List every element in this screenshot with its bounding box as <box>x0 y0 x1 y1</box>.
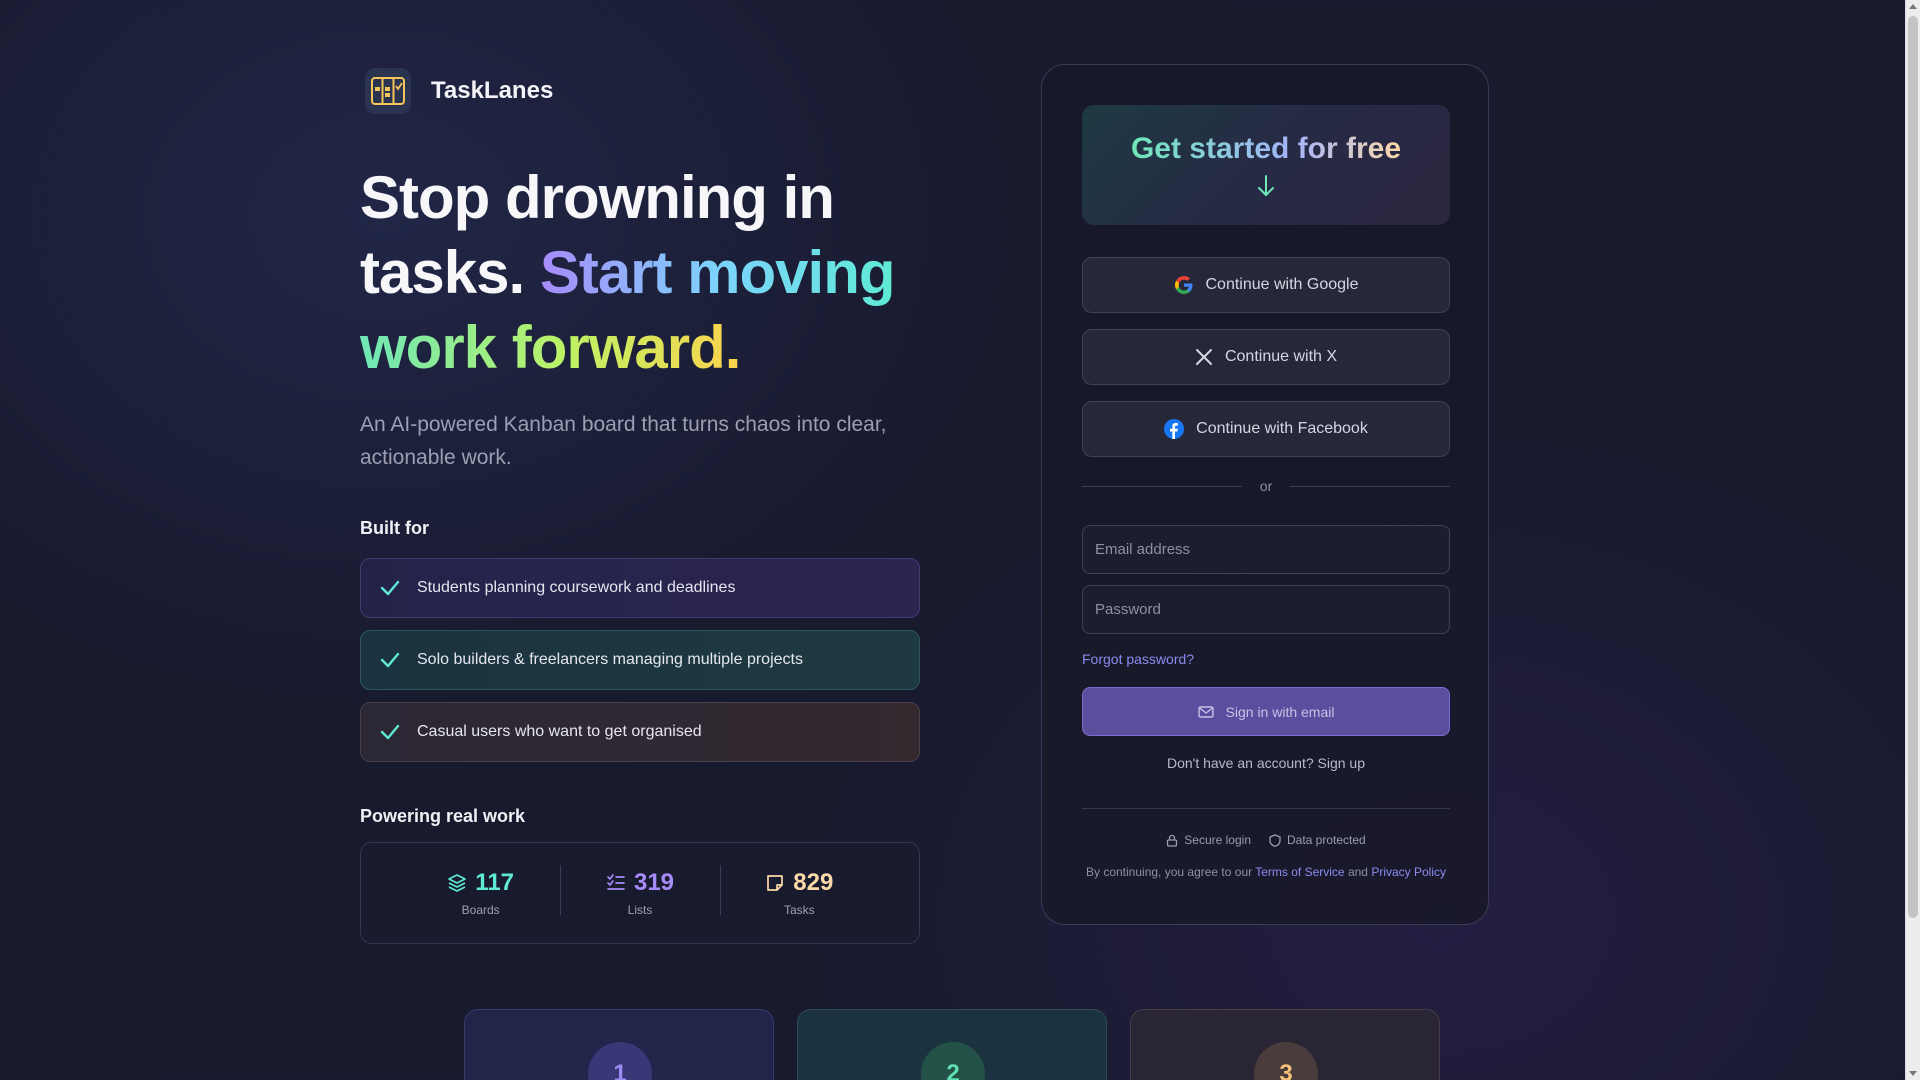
stat-label: Tasks <box>783 903 815 917</box>
legal-notice: By continuing, you agree to our Terms of… <box>1042 865 1490 879</box>
continue-google-label: Continue with Google <box>1205 276 1359 293</box>
lock-icon <box>1167 834 1178 847</box>
get-started-title: Get started for free <box>1130 132 1402 165</box>
sign-up-link[interactable]: Don't have an account? Sign up <box>1042 755 1490 771</box>
hero-subtitle: An AI-powered Kanban board that turns ch… <box>360 413 887 469</box>
stat-label: Boards <box>461 903 500 917</box>
email-field[interactable] <box>1082 525 1450 574</box>
mail-icon <box>1197 705 1214 718</box>
divider-line <box>1082 485 1242 487</box>
stat-tasks: 829 Tasks <box>719 865 879 917</box>
legal-and: and <box>1347 865 1368 879</box>
scroll-down-arrow-icon[interactable] <box>1909 1071 1917 1076</box>
data-protected-badge: Data protected <box>1269 833 1366 847</box>
scroll-up-arrow-icon[interactable] <box>1909 4 1917 9</box>
step-card: 3 <box>1130 1009 1440 1080</box>
kanban-board-icon <box>365 68 411 114</box>
terms-link[interactable]: Terms of Service <box>1255 865 1344 879</box>
data-protected-label: Data protected <box>1287 833 1366 847</box>
stat-boards: 117 Boards <box>401 869 560 917</box>
check-icon <box>380 724 400 740</box>
hero-headline: Stop drowning in tasks. Start moving wor… <box>360 160 920 385</box>
auth-card: Get started for free Continue with Googl… <box>1041 64 1489 925</box>
step-card: 2 <box>797 1009 1107 1080</box>
built-for-item: Students planning coursework and deadlin… <box>360 558 920 618</box>
legal-prefix: By continuing, you agree to our <box>1086 865 1253 879</box>
stat-value: 117 <box>475 869 515 896</box>
get-started-banner: Get started for free <box>1082 105 1450 225</box>
page-scrollbar[interactable] <box>1905 0 1920 1080</box>
privacy-link[interactable]: Privacy Policy <box>1371 865 1446 879</box>
shield-icon <box>1269 833 1281 847</box>
list-checks-icon <box>607 874 625 890</box>
forgot-password-link[interactable]: Forgot password? <box>1082 651 1194 667</box>
continue-x-label: Continue with X <box>1224 348 1338 365</box>
built-for-item: Solo builders & freelancers managing mul… <box>360 630 920 690</box>
x-logo-icon <box>1195 349 1212 365</box>
hero-line-gradient-2: work forward. <box>360 314 741 381</box>
continue-facebook-button[interactable]: Continue with Facebook <box>1082 401 1450 457</box>
divider-text: or <box>1259 478 1273 494</box>
trust-badges: Secure login Data protected <box>1042 833 1490 847</box>
check-icon <box>380 652 400 668</box>
stats-panel: 117 Boards 319 Lists 829 Tasks <box>360 842 920 944</box>
sticky-note-icon <box>767 875 784 891</box>
brand[interactable]: TaskLanes <box>365 68 553 114</box>
step-number: 2 <box>921 1042 985 1080</box>
layers-icon <box>448 874 467 892</box>
built-for-item-label: Students planning coursework and deadlin… <box>417 579 736 596</box>
stat-value: 319 <box>633 869 675 896</box>
powering-title: Powering real work <box>360 806 526 826</box>
secure-login-label: Secure login <box>1184 833 1251 847</box>
brand-name: TaskLanes <box>431 77 554 104</box>
step-number: 3 <box>1254 1042 1318 1080</box>
hero-line-gradient-1: Start moving <box>539 239 896 306</box>
continue-x-button[interactable]: Continue with X <box>1082 329 1450 385</box>
step-card: 1 <box>464 1009 774 1080</box>
check-icon <box>380 580 400 596</box>
built-for-item-label: Casual users who want to get organised <box>417 723 702 740</box>
google-icon <box>1174 276 1192 294</box>
sign-in-label: Sign in with email <box>1225 703 1335 720</box>
built-for-title: Built for <box>360 518 429 538</box>
stat-value: 829 <box>793 869 834 896</box>
facebook-icon <box>1164 419 1185 439</box>
divider-line <box>1290 485 1451 487</box>
stat-lists: 319 Lists <box>560 865 719 917</box>
scrollbar-thumb[interactable] <box>1908 16 1918 918</box>
sign-in-with-email-button[interactable]: Sign in with email <box>1082 687 1450 736</box>
stat-label: Lists <box>627 903 653 917</box>
continue-google-button[interactable]: Continue with Google <box>1082 257 1450 313</box>
built-for-item-label: Solo builders & freelancers managing mul… <box>417 651 803 668</box>
card-divider <box>1082 808 1450 809</box>
built-for-item: Casual users who want to get organised <box>360 702 920 762</box>
secure-login-badge: Secure login <box>1166 833 1251 847</box>
or-divider: or <box>1082 476 1451 496</box>
step-number: 1 <box>588 1042 652 1080</box>
password-field[interactable] <box>1082 585 1450 634</box>
arrow-down-icon <box>1258 175 1274 196</box>
continue-facebook-label: Continue with Facebook <box>1196 420 1368 437</box>
